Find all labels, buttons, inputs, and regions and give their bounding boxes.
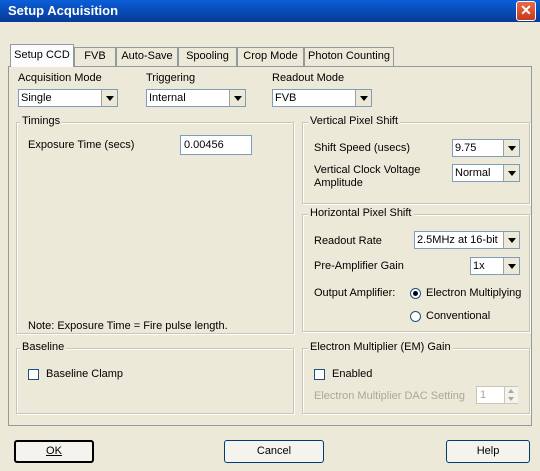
baseline-group-title: Baseline xyxy=(20,341,67,353)
readout-mode-label: Readout Mode xyxy=(272,72,345,84)
timings-group xyxy=(16,122,294,334)
output-amplifier-label: Output Amplifier: xyxy=(314,287,396,299)
readout-mode-value: FVB xyxy=(275,92,297,104)
vertical-pixel-shift-title: Vertical Pixel Shift xyxy=(308,115,401,127)
electron-multiplying-radio[interactable] xyxy=(410,288,421,299)
pre-amplifier-gain-label: Pre-Amplifier Gain xyxy=(314,260,404,272)
readout-rate-label: Readout Rate xyxy=(314,235,382,247)
electron-multiplying-label[interactable]: Electron Multiplying xyxy=(426,287,521,299)
spin-up-icon xyxy=(508,389,514,393)
chevron-down-icon xyxy=(503,232,519,248)
em-gain-group xyxy=(302,348,530,414)
spin-down-icon xyxy=(508,397,514,401)
chevron-down-icon xyxy=(355,90,371,106)
triggering-value: Internal xyxy=(149,92,186,104)
conventional-radio[interactable] xyxy=(410,311,421,322)
chevron-down-icon xyxy=(229,90,245,106)
ok-button[interactable]: OK xyxy=(14,440,94,463)
help-button[interactable]: Help xyxy=(446,440,530,463)
cancel-button[interactable]: Cancel xyxy=(224,440,324,463)
shift-speed-label: Shift Speed (usecs) xyxy=(314,142,410,154)
vertical-clock-voltage-select[interactable]: Normal xyxy=(452,164,520,182)
exposure-time-label: Exposure Time (secs) xyxy=(28,139,135,151)
baseline-clamp-checkbox[interactable] xyxy=(28,369,39,380)
exposure-time-input[interactable]: 0.00456 xyxy=(180,135,252,155)
help-button-label: Help xyxy=(476,445,500,457)
chevron-down-icon xyxy=(101,90,117,106)
triggering-label: Triggering xyxy=(146,72,196,84)
shift-speed-select[interactable]: 9.75 xyxy=(452,139,520,157)
pre-amplifier-gain-value: 1x xyxy=(473,260,485,272)
pre-amplifier-gain-select[interactable]: 1x xyxy=(470,257,520,275)
horizontal-pixel-shift-title: Horizontal Pixel Shift xyxy=(308,207,414,219)
readout-mode-select[interactable]: FVB xyxy=(272,89,372,107)
triggering-select[interactable]: Internal xyxy=(146,89,246,107)
exposure-note: Note: Exposure Time = Fire pulse length. xyxy=(28,320,228,332)
chevron-down-icon xyxy=(503,140,519,156)
readout-rate-select[interactable]: 2.5MHz at 16-bit xyxy=(414,231,520,249)
chevron-down-icon xyxy=(503,165,519,181)
timings-group-title: Timings xyxy=(20,115,63,127)
em-gain-enabled-checkbox[interactable] xyxy=(314,369,325,380)
em-dac-spinner xyxy=(504,387,518,403)
conventional-label[interactable]: Conventional xyxy=(426,310,490,322)
em-dac-setting-value: 1 xyxy=(480,389,487,401)
vertical-clock-voltage-label: Vertical Clock Voltage Amplitude xyxy=(314,164,421,189)
acquisition-mode-label: Acquisition Mode xyxy=(18,72,102,84)
vertical-clock-voltage-value: Normal xyxy=(455,167,491,179)
cancel-button-label: Cancel xyxy=(256,445,292,457)
ok-button-label: OK xyxy=(46,445,62,457)
em-dac-setting-label: Electron Multiplier DAC Setting xyxy=(314,390,466,402)
em-gain-enabled-label[interactable]: Enabled xyxy=(332,368,372,380)
chevron-down-icon xyxy=(503,258,519,274)
shift-speed-value: 9.75 xyxy=(455,142,477,154)
acquisition-mode-value: Single xyxy=(21,92,52,104)
baseline-clamp-label[interactable]: Baseline Clamp xyxy=(46,368,123,380)
readout-rate-value: 2.5MHz at 16-bit xyxy=(417,234,498,246)
baseline-group xyxy=(16,348,294,414)
acquisition-mode-select[interactable]: Single xyxy=(18,89,118,107)
vertical-pixel-shift-group xyxy=(302,122,530,204)
em-gain-group-title: Electron Multiplier (EM) Gain xyxy=(308,341,453,353)
